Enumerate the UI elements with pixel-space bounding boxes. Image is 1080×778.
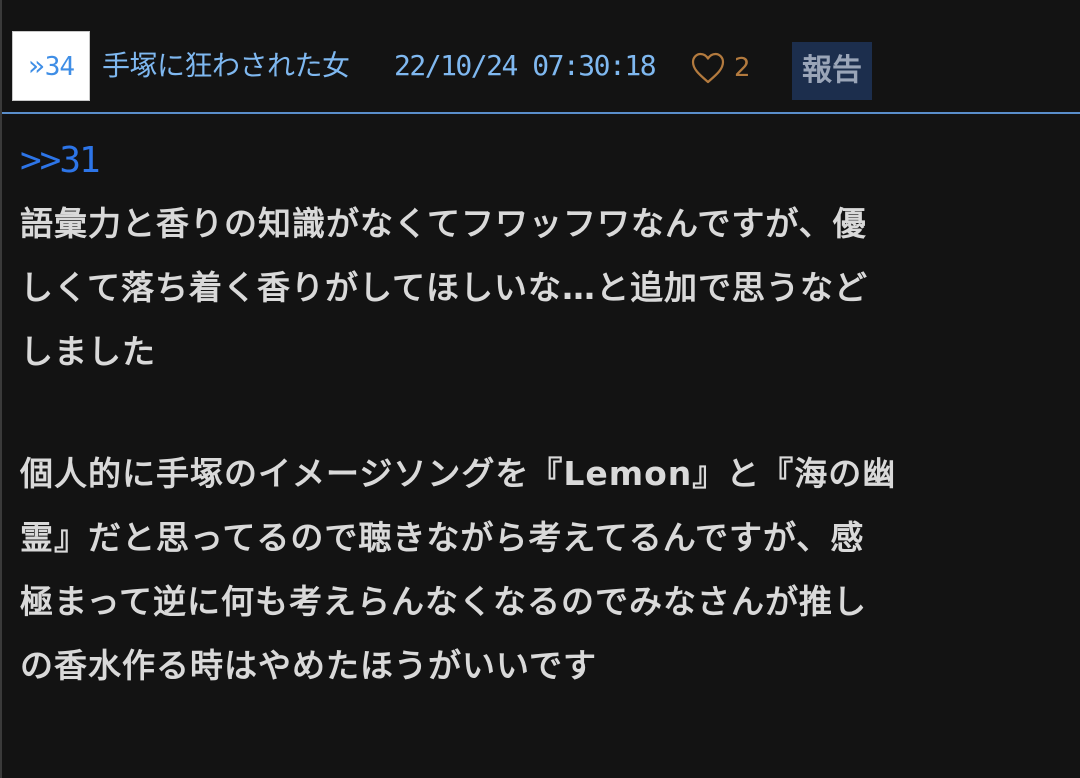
body-text-line: 霊』だと思ってるので聴きながら考えてるんですが、感	[20, 518, 865, 557]
body-text-line: しました	[20, 332, 156, 371]
res-number-link[interactable]: »34	[12, 31, 90, 101]
body-text-line: 極まって逆に何も考えらんなくなるのでみなさんが推し	[20, 582, 868, 621]
double-chevron-right-icon: »	[27, 49, 45, 82]
like-count: 2	[734, 53, 751, 83]
body-text-line: 語彙力と香りの知識がなくてフワッフワなんですが、優	[20, 204, 867, 243]
post-container: »34 手塚に狂わされた女 22/10/24 07:30:18 2 報告 >>3…	[0, 0, 1080, 778]
report-button[interactable]: 報告	[792, 42, 872, 100]
body-text-line: しくて落ち着く香りがしてほしいな…と追加で思うなど	[20, 268, 869, 307]
post-timestamp: 22/10/24 07:30:18	[394, 49, 657, 82]
body-text-line: の香水作る時はやめたほうがいいです	[20, 646, 598, 685]
body-text-line: 個人的に手塚のイメージソングを『Lemon』と『海の幽	[20, 454, 897, 493]
like-button[interactable]: 2	[690, 48, 751, 88]
res-number-label: 34	[44, 52, 75, 82]
post-body: >>31 語彙力と香りの知識がなくてフワッフワなんですが、優 しくて落ち着く香り…	[20, 130, 1076, 698]
reply-anchor-link[interactable]: >>31	[20, 130, 1076, 192]
author-name: 手塚に狂わされた女	[102, 49, 350, 82]
post-header: »34 手塚に狂わされた女 22/10/24 07:30:18 2 報告	[2, 0, 1080, 114]
heart-outline-icon	[691, 52, 725, 84]
